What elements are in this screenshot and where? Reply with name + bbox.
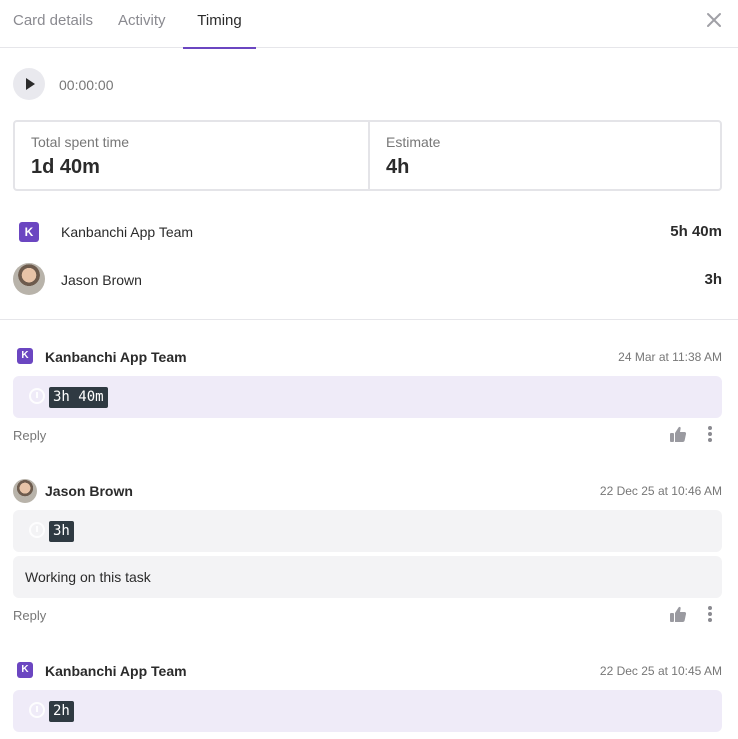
clock-icon <box>29 388 45 404</box>
time-log-bubble: 2h <box>13 690 722 732</box>
reply-button[interactable]: Reply <box>13 608 46 623</box>
clock-icon <box>29 522 45 538</box>
log-entry-header: Jason Brown 22 Dec 25 at 10:46 AM <box>13 479 722 503</box>
team-avatar: K <box>17 348 33 364</box>
thumbs-up-icon[interactable] <box>669 605 687 623</box>
time-log-bubble: 3h 40m <box>13 376 722 418</box>
timer-display: 00:00:00 <box>59 77 114 93</box>
team-avatar: K <box>17 662 33 678</box>
user-total-row: Jason Brown 3h <box>13 263 722 295</box>
reply-button[interactable]: Reply <box>13 428 46 443</box>
duration-chip: 3h <box>49 521 74 542</box>
entry-author: Kanbanchi App Team <box>45 663 187 679</box>
log-entry-header: K Kanbanchi App Team 22 Dec 25 at 10:45 … <box>13 659 722 683</box>
total-spent-label: Total spent time <box>31 134 130 150</box>
divider <box>0 319 738 320</box>
user-name: Kanbanchi App Team <box>61 224 194 240</box>
more-options-icon[interactable] <box>707 605 713 623</box>
tab-card-details[interactable]: Card details <box>13 0 93 48</box>
duration-chip: 2h <box>49 701 74 722</box>
play-button[interactable] <box>13 68 45 100</box>
entry-author: Kanbanchi App Team <box>45 349 187 365</box>
thumbs-up-icon[interactable] <box>669 425 687 443</box>
total-spent-time: Total spent time 1d 40m <box>15 122 370 189</box>
comment-text: Working on this task <box>25 569 151 585</box>
clock-icon <box>29 702 45 718</box>
total-spent-value: 1d 40m <box>31 156 100 178</box>
log-entry-header: K Kanbanchi App Team 24 Mar at 11:38 AM <box>13 345 722 369</box>
duration-chip: 3h 40m <box>49 387 108 408</box>
tab-bar: Card details Activity Timing <box>0 0 738 49</box>
estimate-label: Estimate <box>386 134 441 150</box>
team-avatar: K <box>19 222 39 242</box>
estimate: Estimate 4h <box>370 122 720 189</box>
estimate-value: 4h <box>386 156 410 178</box>
entry-timestamp: 22 Dec 25 at 10:46 AM <box>599 484 722 498</box>
comment-bubble: Working on this task <box>13 556 722 598</box>
entry-author: Jason Brown <box>45 483 133 499</box>
user-total: 5h 40m <box>670 223 722 240</box>
tab-timing[interactable]: Timing <box>183 0 256 49</box>
entry-timestamp: 22 Dec 25 at 10:45 AM <box>599 664 722 678</box>
avatar <box>13 479 37 503</box>
tab-activity[interactable]: Activity <box>118 0 166 48</box>
close-icon[interactable] <box>704 10 724 30</box>
time-log-bubble: 3h <box>13 510 722 552</box>
user-total: 3h <box>704 271 722 288</box>
avatar <box>13 263 45 295</box>
user-total-row: K Kanbanchi App Team 5h 40m <box>13 216 722 248</box>
more-options-icon[interactable] <box>707 425 713 443</box>
user-name: Jason Brown <box>61 272 142 288</box>
time-summary: Total spent time 1d 40m Estimate 4h <box>13 120 722 191</box>
entry-timestamp: 24 Mar at 11:38 AM <box>618 350 722 364</box>
